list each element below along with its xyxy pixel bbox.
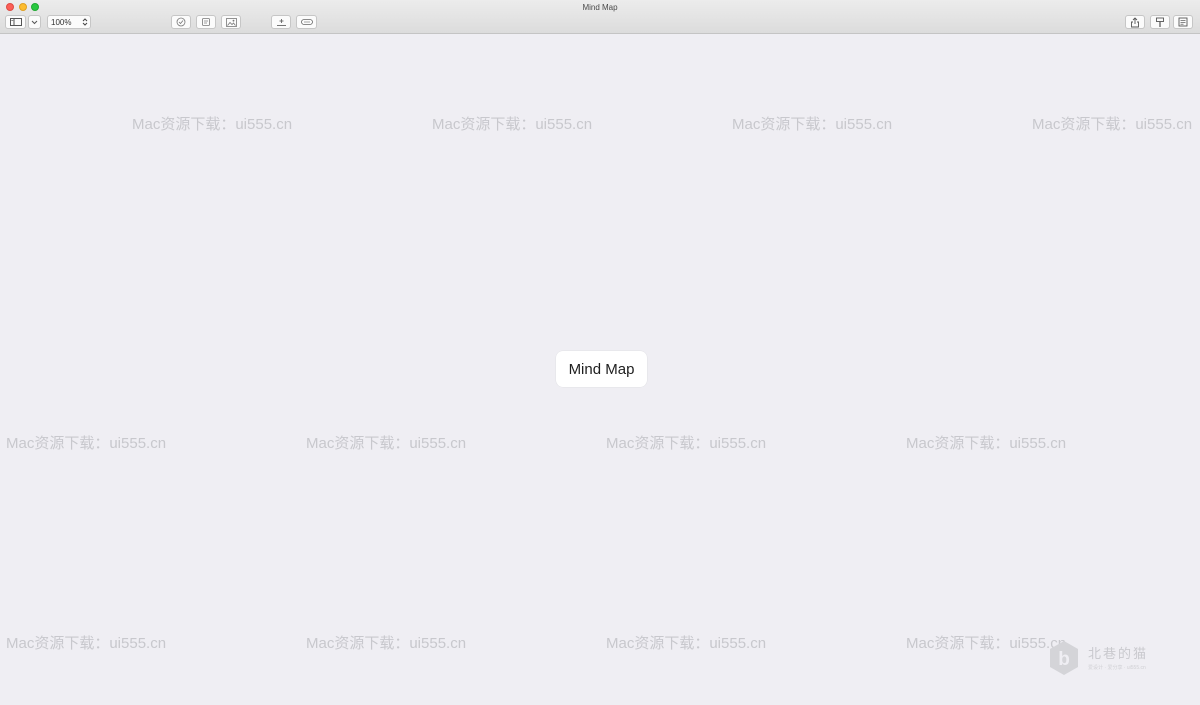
paint-brush-icon xyxy=(1156,17,1164,27)
watermark-text: Mac资源下载：ui555.cn xyxy=(132,116,293,133)
logo-name: 北巷的猫 xyxy=(1088,646,1149,661)
updown-arrows-icon xyxy=(82,18,88,26)
outline-button[interactable] xyxy=(1173,15,1193,29)
watermark-text: Mac资源下载：ui555.cn xyxy=(606,635,767,652)
add-topic-icon xyxy=(276,18,286,26)
watermark-text: Mac资源下载：ui555.cn xyxy=(306,435,467,452)
watermark-logo: b 北巷的猫 爱设计 · 爱分享 · ui555.cn xyxy=(1046,640,1166,680)
image-icon xyxy=(225,17,237,27)
image-button[interactable] xyxy=(221,15,241,29)
watermark-text: Mac资源下载：ui555.cn xyxy=(306,635,467,652)
watermark-text: Mac资源下载：ui555.cn xyxy=(432,116,593,133)
watermark-text: Mac资源下载：ui555.cn xyxy=(606,435,767,452)
share-button[interactable] xyxy=(1125,15,1145,29)
task-button[interactable] xyxy=(171,15,191,29)
topic-icon xyxy=(300,19,313,25)
svg-text:b: b xyxy=(1058,649,1070,670)
title-bar: Mind Map 100% xyxy=(0,0,1200,34)
view-mode-button[interactable] xyxy=(5,15,26,29)
checkmark-circle-icon xyxy=(176,17,186,27)
zoom-value: 100% xyxy=(51,17,72,27)
share-icon xyxy=(1131,16,1139,27)
watermark-text: Mac资源下载：ui555.cn xyxy=(6,435,167,452)
chevron-down-icon xyxy=(31,20,38,24)
add-sibling-topic-button[interactable] xyxy=(296,15,317,29)
watermark-text: Mac资源下载：ui555.cn xyxy=(1032,116,1193,133)
watermark-text: Mac资源下载：ui555.cn xyxy=(906,435,1067,452)
view-mode-dropdown[interactable] xyxy=(28,15,41,29)
add-child-topic-button[interactable] xyxy=(271,15,291,29)
format-button[interactable] xyxy=(1150,15,1170,29)
window-title: Mind Map xyxy=(582,3,618,12)
zoom-stepper[interactable]: 100% xyxy=(47,15,91,29)
watermark-text: Mac资源下载：ui555.cn xyxy=(906,635,1067,652)
watermark-text: Mac资源下载：ui555.cn xyxy=(6,635,167,652)
central-topic-node[interactable]: Mind Map xyxy=(556,351,647,387)
logo-subtitle: 爱设计 · 爱分享 · ui555.cn xyxy=(1088,665,1146,671)
note-icon xyxy=(202,18,210,26)
outline-icon xyxy=(1178,17,1188,27)
hexagon-b-logo-icon: b xyxy=(1050,641,1078,675)
note-button[interactable] xyxy=(196,15,216,29)
sidebar-layout-icon xyxy=(9,18,22,26)
watermark-text: Mac资源下载：ui555.cn xyxy=(732,116,893,133)
